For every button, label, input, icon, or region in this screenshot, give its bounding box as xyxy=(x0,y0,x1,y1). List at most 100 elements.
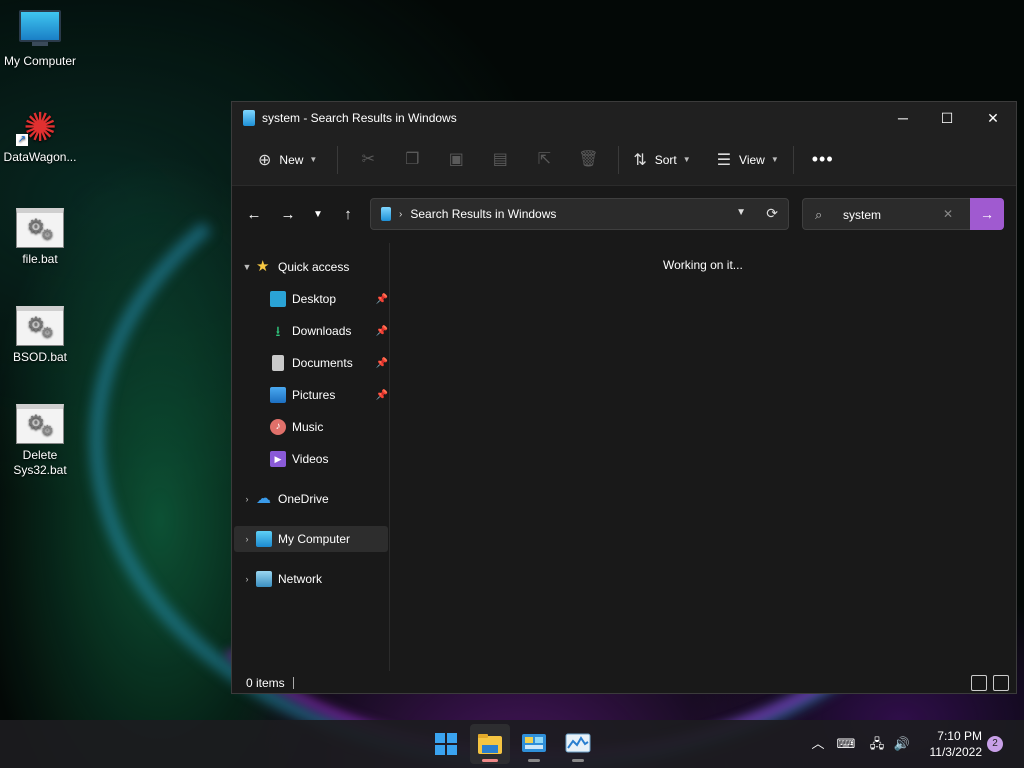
item-count: 0 items xyxy=(246,676,285,690)
nav-item-desktop[interactable]: Desktop 📌 xyxy=(270,286,388,312)
rename-button[interactable]: ▤ xyxy=(478,144,522,176)
nav-item-documents[interactable]: Documents 📌 xyxy=(270,350,388,376)
monitor-icon xyxy=(16,10,64,50)
desktop-icon-label: Delete Sys32.bat xyxy=(13,448,67,477)
start-button[interactable] xyxy=(426,724,466,764)
nav-item-music[interactable]: ♪ Music xyxy=(270,414,388,440)
show-hidden-icons-button[interactable]: ︿ xyxy=(808,720,828,768)
nav-quick-access[interactable]: ▼ ★ Quick access xyxy=(238,254,388,280)
cut-button[interactable]: ✂ xyxy=(346,144,390,176)
chevron-right-icon[interactable]: › xyxy=(238,534,256,544)
chevron-down-icon[interactable]: ▼ xyxy=(238,262,256,272)
control-panel-icon xyxy=(522,734,546,752)
desktop-icon-bsod-bat[interactable]: ⚙ ⚙ BSOD.bat xyxy=(0,306,80,365)
pin-icon: 📌 xyxy=(375,293,388,305)
search-go-button[interactable]: → xyxy=(970,198,1004,230)
taskbar-task-manager[interactable] xyxy=(558,724,598,764)
desktop-icon-datawagon[interactable]: ✺ ↗ DataWagon... xyxy=(0,106,80,165)
sort-arrows-icon: ⇅ xyxy=(633,151,647,169)
clock[interactable]: 7:10 PM 11/3/2022 xyxy=(918,728,983,760)
chevron-right-icon[interactable]: › xyxy=(238,574,256,584)
nav-onedrive[interactable]: › ☁ OneDrive xyxy=(238,486,388,512)
new-button[interactable]: ⊕ New ▼ xyxy=(252,144,323,176)
share-button[interactable]: ⇱ xyxy=(522,144,566,176)
volume-icon[interactable]: 🔊 xyxy=(892,720,912,768)
delete-button[interactable]: 🗑 xyxy=(566,144,610,176)
forward-button[interactable]: → xyxy=(276,203,300,227)
nav-item-downloads[interactable]: ⭳ Downloads 📌 xyxy=(270,318,388,344)
nav-label: Documents xyxy=(292,356,353,370)
video-icon: ▶ xyxy=(270,451,286,467)
nav-label: Quick access xyxy=(278,260,350,274)
back-button[interactable]: ← xyxy=(242,203,266,227)
clock-date: 11/3/2022 xyxy=(929,745,983,759)
nav-my-computer[interactable]: › My Computer xyxy=(234,526,388,552)
address-bar[interactable]: › Search Results in Windows ▼ ⟳ xyxy=(370,198,789,230)
nav-item-pictures[interactable]: Pictures 📌 xyxy=(270,382,388,408)
desktop-icon xyxy=(270,291,286,307)
app-shortcut-icon: ✺ ↗ xyxy=(16,106,57,150)
clear-search-button[interactable]: ✕ xyxy=(943,207,953,221)
details-view-button[interactable] xyxy=(971,675,987,691)
search-icon: ⌕ xyxy=(815,207,823,222)
content-status-message: Working on it... xyxy=(663,258,743,272)
nav-label: Videos xyxy=(292,452,329,466)
paste-button[interactable]: ▣ xyxy=(434,144,478,176)
address-path: Search Results in Windows xyxy=(410,207,557,221)
shortcut-arrow-icon: ↗ xyxy=(16,134,28,146)
navigation-pane: ▼ ★ Quick access Desktop 📌 ⭳ Downloads 📌… xyxy=(232,243,390,671)
picture-icon xyxy=(270,387,286,403)
chevron-down-icon: ▼ xyxy=(309,155,318,164)
chevron-down-icon: ▼ xyxy=(770,155,779,164)
maximize-button[interactable]: ☐ xyxy=(924,102,970,134)
chevron-right-icon[interactable]: › xyxy=(238,494,256,504)
taskbar-control-panel[interactable] xyxy=(514,724,554,764)
batch-file-icon: ⚙ ⚙ xyxy=(16,208,64,248)
nav-label: OneDrive xyxy=(278,492,329,506)
desktop-icon-file-bat[interactable]: ⚙ ⚙ file.bat xyxy=(0,208,80,267)
notification-badge[interactable]: 2 xyxy=(987,736,1003,752)
address-row: ← → ▼ ↑ › Search Results in Windows ▼ ⟳ … xyxy=(232,186,1016,242)
copy-button[interactable]: ❐ xyxy=(390,144,434,176)
star-icon: ★ xyxy=(256,258,270,275)
desktop-icon-label: DataWagon... xyxy=(3,150,77,164)
keyboard-icon[interactable]: ⌨ xyxy=(836,720,856,768)
command-bar: ⊕ New ▼ ✂ ❐ ▣ ▤ ⇱ 🗑 ⇅ Sort ▼ ☰ View ▼ ••… xyxy=(232,134,1016,186)
refresh-button[interactable]: ⟳ xyxy=(766,205,778,222)
sort-button[interactable]: ⇅ Sort ▼ xyxy=(627,144,696,176)
taskbar: ︿ ⌨ 🖧 🔊 7:10 PM 11/3/2022 xyxy=(0,720,1024,768)
toolbar-separator xyxy=(792,145,794,174)
close-button[interactable]: ✕ xyxy=(970,102,1016,134)
desktop-icon-label: file.bat xyxy=(22,252,58,266)
plus-circle-icon: ⊕ xyxy=(258,151,272,169)
document-icon xyxy=(272,355,284,371)
folder-icon xyxy=(478,734,502,754)
new-label: New xyxy=(279,152,304,167)
search-folder-icon xyxy=(243,110,255,126)
minimize-button[interactable]: ─ xyxy=(880,102,926,134)
nav-item-videos[interactable]: ▶ Videos xyxy=(270,446,388,472)
search-box[interactable]: ⌕ system ✕ → xyxy=(802,198,1004,230)
window-title: system - Search Results in Windows xyxy=(262,111,457,125)
batch-file-icon: ⚙ ⚙ xyxy=(16,306,64,346)
large-icons-view-button[interactable] xyxy=(993,675,1009,691)
desktop-icon-my-computer[interactable]: My Computer xyxy=(0,10,80,69)
desktop-icon-label: BSOD.bat xyxy=(12,350,68,364)
toolbar-separator xyxy=(337,145,339,174)
batch-file-icon: ⚙ ⚙ xyxy=(16,404,64,444)
pin-icon: 📌 xyxy=(375,389,388,401)
pin-icon: 📌 xyxy=(375,357,388,369)
view-lines-icon: ☰ xyxy=(716,151,732,169)
taskbar-file-explorer[interactable] xyxy=(470,724,510,764)
view-button[interactable]: ☰ View ▼ xyxy=(711,144,785,176)
network-status-icon[interactable]: 🖧 xyxy=(866,720,888,768)
network-icon xyxy=(256,571,272,587)
up-button[interactable]: ↑ xyxy=(336,203,360,227)
more-options-icon[interactable]: ••• xyxy=(812,149,834,170)
title-bar[interactable]: system - Search Results in Windows ─ ☐ ✕ xyxy=(232,102,1016,134)
search-input[interactable]: system xyxy=(843,208,881,222)
desktop-icon-delete-sys32-bat[interactable]: ⚙ ⚙ Delete Sys32.bat xyxy=(0,404,80,478)
address-dropdown-button[interactable]: ▼ xyxy=(736,207,746,218)
nav-network[interactable]: › Network xyxy=(238,566,388,592)
recent-locations-button[interactable]: ▼ xyxy=(306,203,330,227)
